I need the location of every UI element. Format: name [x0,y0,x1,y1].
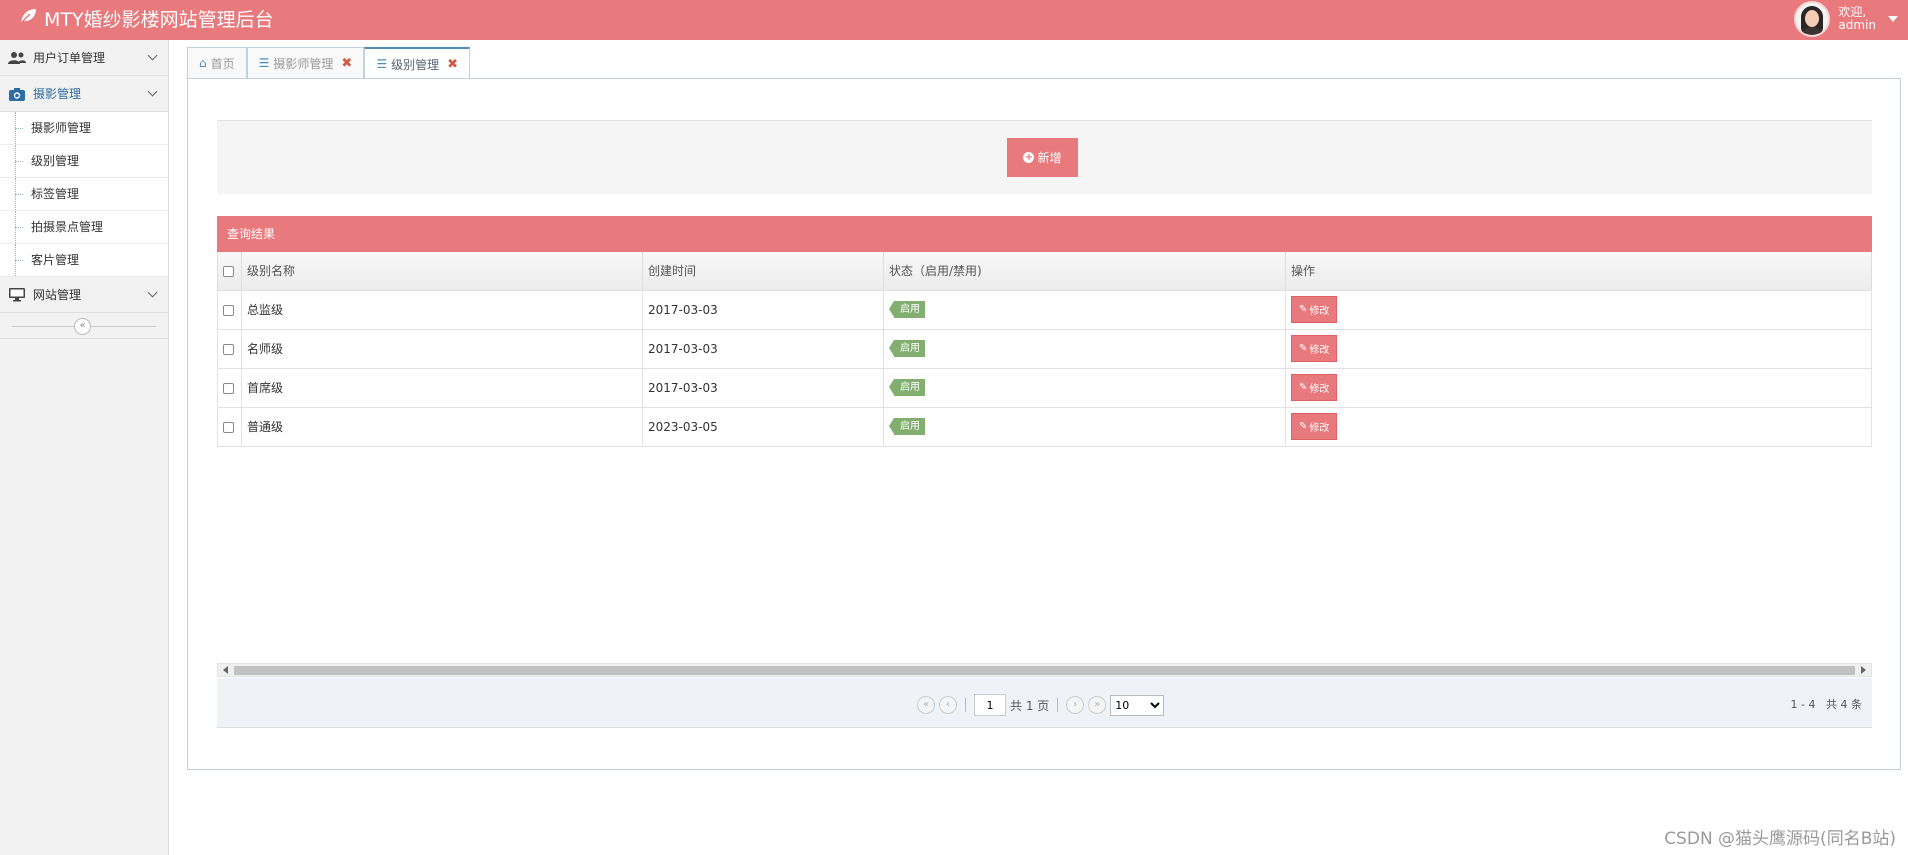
level-name: 总监级 [241,289,643,330]
toolbar: + 新增 [217,120,1872,194]
sidebar-item-tags[interactable]: 标签管理 [0,178,168,211]
sidebar-item-levels[interactable]: 级别管理 [0,145,168,178]
table-row: 首席级 2017-03-03 启用 ✎ 修改 [217,367,1872,408]
last-page-icon[interactable]: » [1088,696,1107,714]
scroll-right-icon[interactable] [1861,666,1866,674]
horizontal-scrollbar[interactable] [217,663,1872,677]
app-title: MTY婚纱影楼网站管理后台 [44,8,274,31]
close-icon[interactable]: ✖ [447,57,458,72]
column-header: 操作 [1285,252,1872,291]
prev-page-icon[interactable]: ‹ [939,696,957,714]
column-header[interactable]: 状态（启用/禁用) [883,252,1286,291]
select-all-checkbox[interactable] [223,265,234,277]
sidebar-group-orders[interactable]: 用户订单管理 [0,40,168,76]
edit-icon: ✎ [1299,382,1308,393]
next-page-icon[interactable]: › [1066,696,1085,714]
first-page-icon[interactable]: « [917,696,935,714]
tab-content: + 新增 查询结果 级别名称 创建时间 状态（启用/禁用) 操作 总监级 201… [187,78,1901,770]
edit-icon: ✎ [1299,421,1308,432]
table-row: 普通级 2023-03-05 启用 ✎ 修改 [217,406,1872,447]
created-date: 2017-03-03 [642,367,884,408]
sidebar-group-website[interactable]: 网站管理 [0,277,168,313]
sidebar-group-label: 网站管理 [33,288,82,302]
home-icon: ⌂ [199,56,207,70]
double-chevron-left-icon[interactable]: « [74,318,91,335]
row-checkbox[interactable] [223,343,234,355]
edit-button[interactable]: ✎ 修改 [1291,374,1338,401]
status-badge: 启用 [889,301,925,318]
sliders-icon: ☰ [376,57,388,71]
caret-down-icon [1888,16,1898,22]
brand[interactable]: MTY婚纱影楼网站管理后台 [18,6,274,33]
column-header[interactable]: 创建时间 [642,252,884,291]
level-name: 首席级 [241,367,643,408]
level-name: 普通级 [241,406,643,447]
tab-label: 摄影师管理 [273,56,334,71]
chevron-down-icon [147,86,158,97]
scrollbar-thumb[interactable] [234,666,1855,675]
sidebar-group-label: 摄影管理 [33,87,82,101]
close-icon[interactable]: ✖ [341,56,352,71]
sidebar: 用户订单管理 摄影管理 摄影师管理 级别管理 标签管理 拍摄景点管理 客片管理 … [0,40,169,855]
avatar [1794,1,1831,37]
add-button[interactable]: + 新增 [1007,138,1078,177]
levels-table: 级别名称 创建时间 状态（启用/禁用) 操作 总监级 2017-03-03 启用… [217,252,1872,447]
scroll-left-icon[interactable] [223,666,228,674]
desktop-icon [8,287,26,303]
tab-bar: ⌂ 首页 ☰ 摄影师管理 ✖ ☰ 级别管理 ✖ [187,47,471,79]
camera-icon [8,86,26,102]
chevron-down-icon [147,50,158,61]
user-menu[interactable]: 欢迎, admin [1794,1,1898,37]
table-row: 总监级 2017-03-03 启用 ✎ 修改 [217,289,1872,330]
edit-button[interactable]: ✎ 修改 [1291,413,1338,440]
status-badge: 启用 [889,418,925,435]
page-info: 1 - 4 共 4 条 [1791,696,1862,712]
username: admin [1838,18,1876,32]
users-icon [8,50,26,66]
sidebar-group-photo[interactable]: 摄影管理 [0,76,168,112]
chevron-down-icon [147,287,158,298]
top-navbar: MTY婚纱影楼网站管理后台 欢迎, admin [0,0,1908,40]
status-badge: 启用 [889,379,925,396]
pagination: « ‹ 共 1 页 › » 10 1 - 4 共 4 条 [217,678,1872,728]
edit-icon: ✎ [1299,343,1308,354]
row-checkbox[interactable] [223,382,234,394]
row-checkbox[interactable] [223,304,234,316]
sidebar-collapse: « [0,313,168,339]
tab-levels[interactable]: ☰ 级别管理 ✖ [364,47,471,79]
sidebar-submenu: 摄影师管理 级别管理 标签管理 拍摄景点管理 客片管理 [0,112,168,277]
tab-photographers[interactable]: ☰ 摄影师管理 ✖ [246,47,365,78]
tab-home[interactable]: ⌂ 首页 [187,47,247,78]
add-button-label: 新增 [1037,151,1062,165]
status-badge: 启用 [889,340,925,357]
sidebar-group-label: 用户订单管理 [33,51,106,65]
table-row: 名师级 2017-03-03 启用 ✎ 修改 [217,328,1872,369]
edit-icon: ✎ [1299,304,1308,315]
created-date: 2017-03-03 [642,328,884,369]
column-header[interactable]: 级别名称 [241,252,643,291]
edit-button[interactable]: ✎ 修改 [1291,296,1338,323]
plus-circle-icon: + [1023,152,1035,163]
total-count: 共 4 条 [1826,698,1862,711]
edit-button[interactable]: ✎ 修改 [1291,335,1338,362]
sidebar-item-client-photos[interactable]: 客片管理 [0,244,168,277]
table-header-row: 级别名称 创建时间 状态（启用/禁用) 操作 [217,252,1872,291]
tab-label: 首页 [210,56,235,71]
sidebar-item-locations[interactable]: 拍摄景点管理 [0,211,168,244]
sidebar-item-photographers[interactable]: 摄影师管理 [0,112,168,145]
range-text: 1 - 4 [1790,698,1816,711]
watermark: CSDN @猫头鹰源码(同名B站) [1664,829,1896,849]
tab-label: 级别管理 [391,57,440,72]
total-pages: 共 1 页 [1010,698,1050,713]
result-panel: 查询结果 级别名称 创建时间 状态（启用/禁用) 操作 总监级 2017-03-… [217,216,1872,447]
created-date: 2023-03-05 [642,406,884,447]
page-number-input[interactable] [974,694,1006,716]
page-size-select[interactable]: 10 [1110,694,1165,716]
row-checkbox[interactable] [223,421,234,433]
created-date: 2017-03-03 [642,289,884,330]
result-title: 查询结果 [217,216,1872,252]
sliders-icon: ☰ [258,56,270,70]
level-name: 名师级 [241,328,643,369]
leaf-icon [18,6,38,33]
